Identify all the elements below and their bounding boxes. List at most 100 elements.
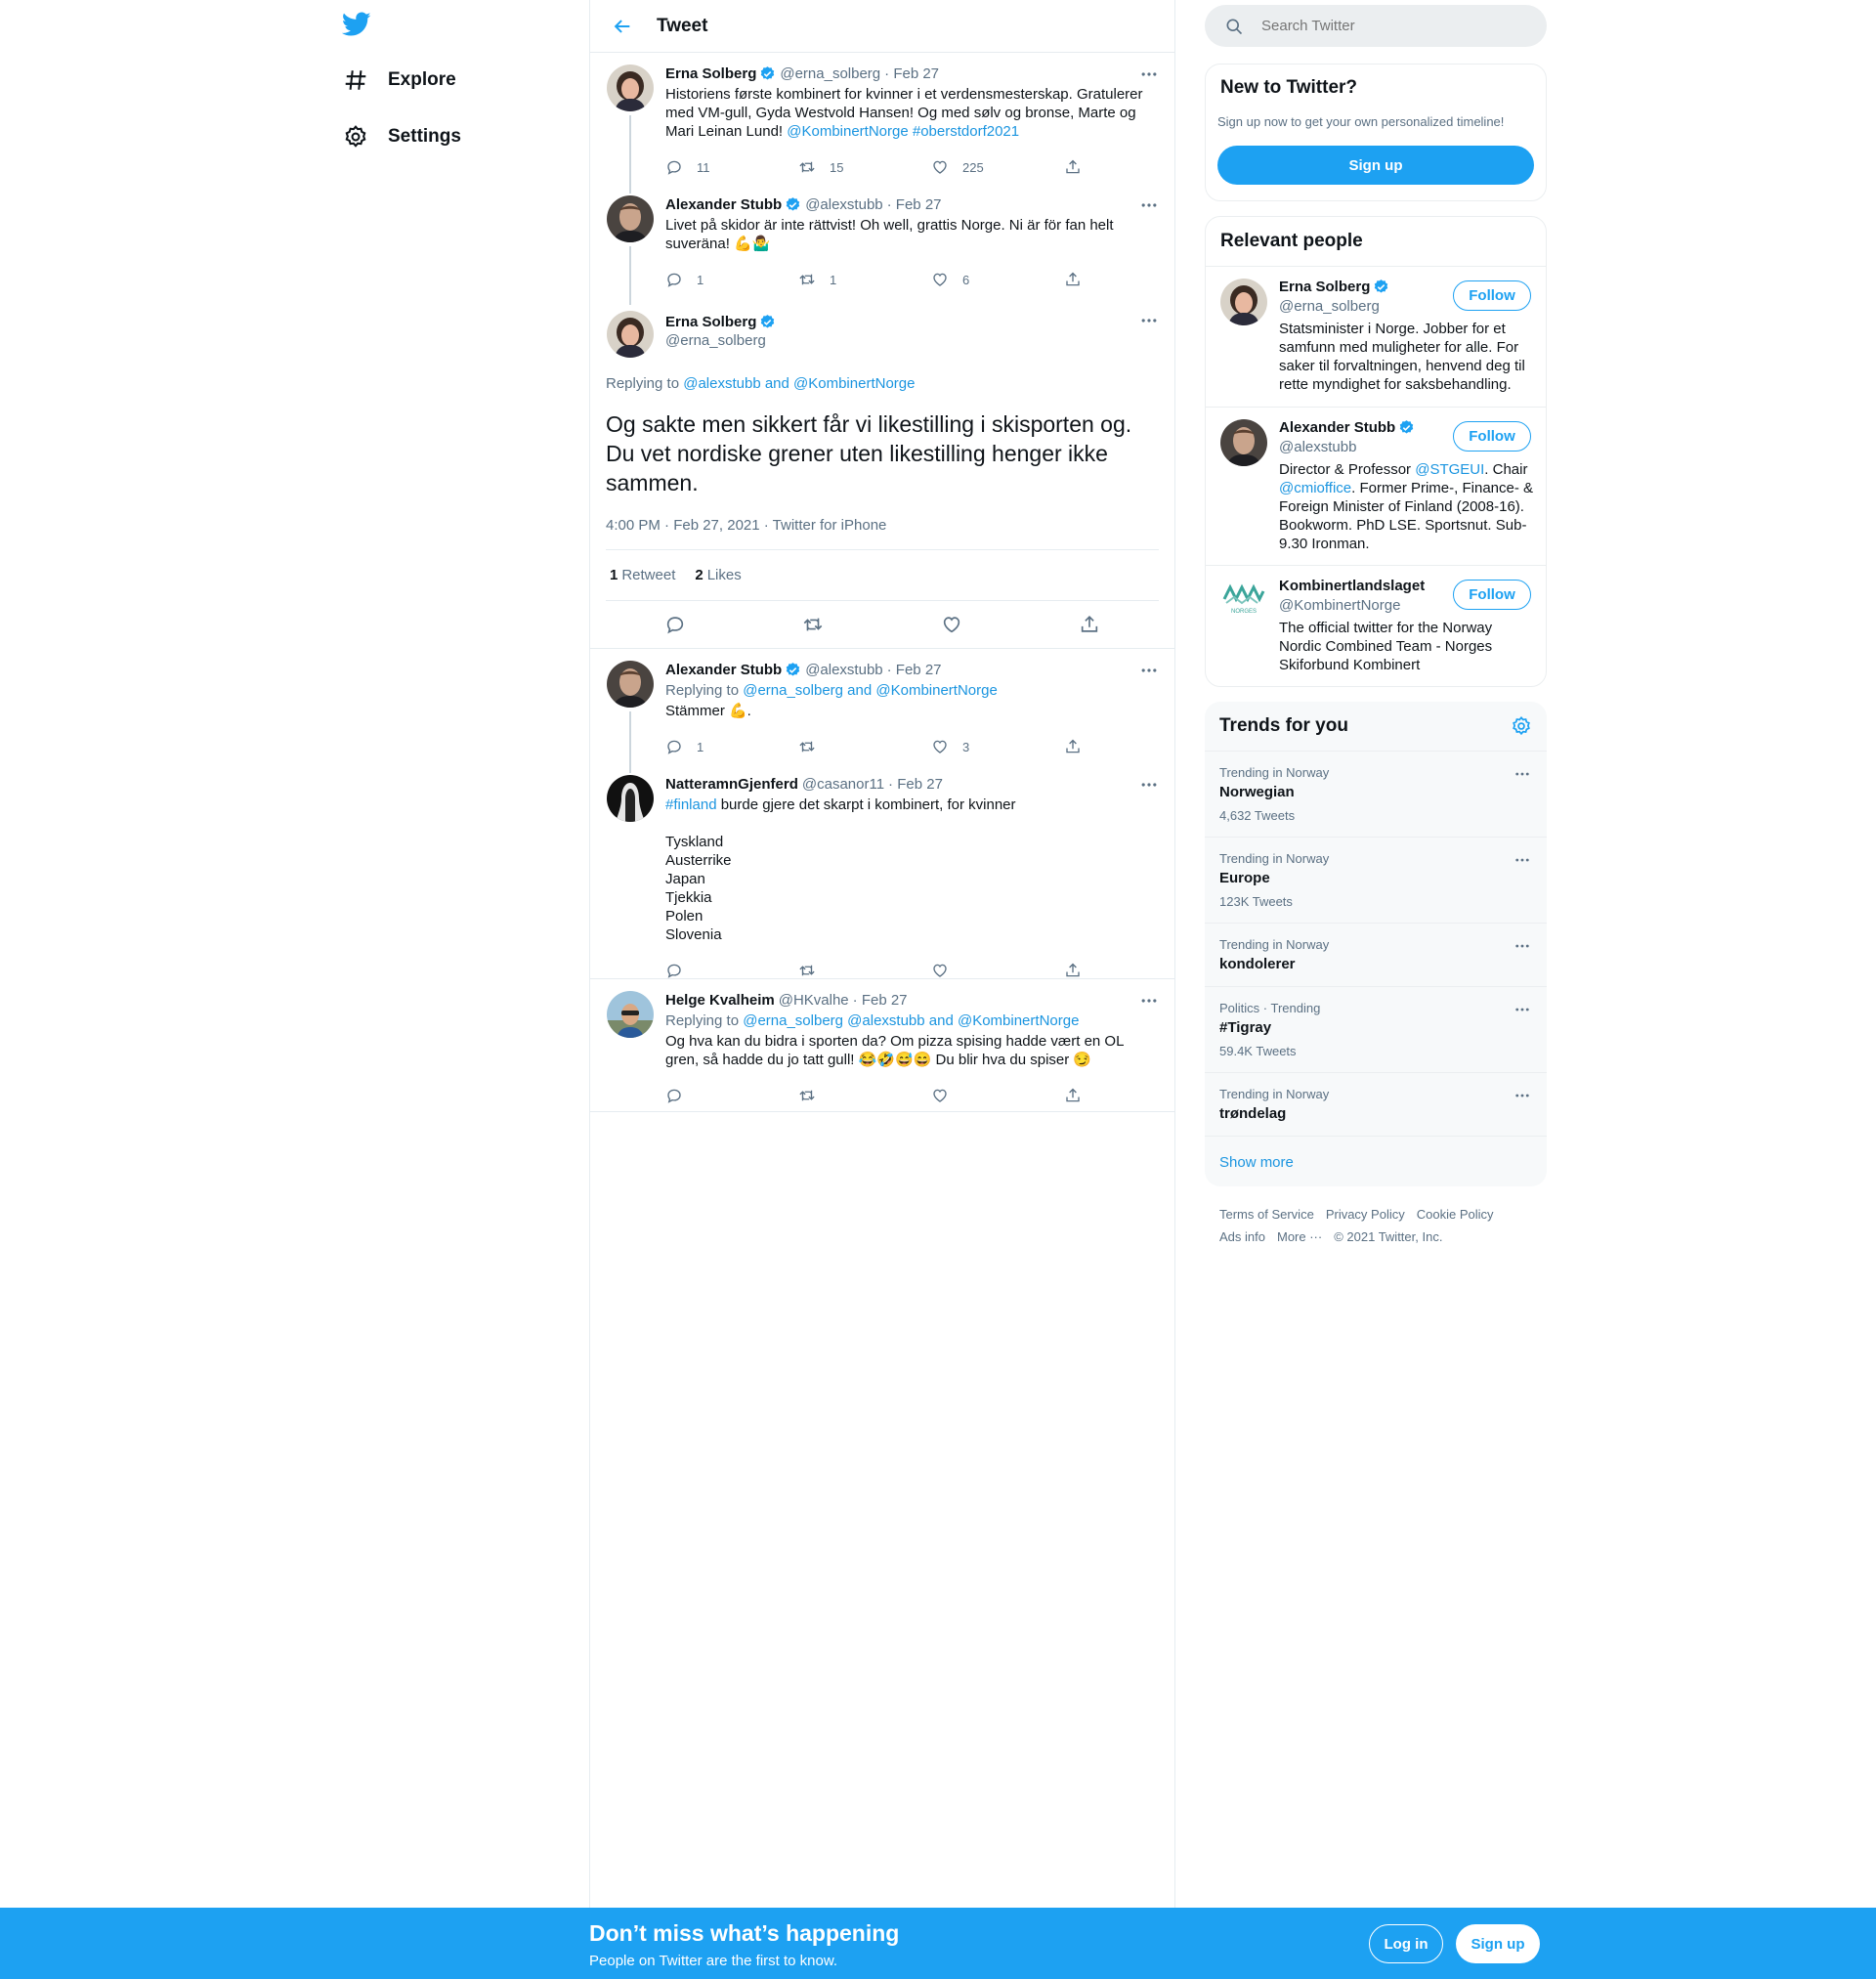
retweet-button[interactable] bbox=[798, 1087, 931, 1104]
reply-button[interactable] bbox=[665, 962, 798, 979]
footer-link[interactable]: More ··· bbox=[1277, 1229, 1322, 1244]
tweet-links[interactable]: @KombinertNorge #oberstdorf2021 bbox=[787, 123, 1019, 140]
retweet-button[interactable]: 15 bbox=[798, 158, 931, 176]
more-icon[interactable] bbox=[1139, 195, 1159, 215]
gear-icon[interactable] bbox=[1511, 715, 1532, 737]
author-handle[interactable]: @casanor11 bbox=[802, 775, 884, 794]
follow-button[interactable]: Follow bbox=[1453, 421, 1531, 452]
replying-to-links[interactable]: @erna_solberg and @KombinertNorge bbox=[743, 682, 998, 699]
avatar[interactable] bbox=[607, 311, 654, 358]
person-name[interactable]: Erna Solberg bbox=[1279, 279, 1370, 295]
share-button[interactable] bbox=[1064, 1087, 1095, 1104]
avatar[interactable] bbox=[1220, 279, 1267, 325]
nav-explore[interactable]: Explore bbox=[343, 61, 456, 100]
more-icon[interactable] bbox=[1514, 765, 1531, 783]
login-button[interactable]: Log in bbox=[1369, 1924, 1443, 1963]
tweet-timestamp[interactable]: 4:00 PM · Feb 27, 2021 · Twitter for iPh… bbox=[606, 517, 1159, 550]
more-icon[interactable] bbox=[1514, 851, 1531, 869]
reply-tweet[interactable]: Helge Kvalheim @HKvalhe · Feb 27 Replyin… bbox=[590, 979, 1174, 1112]
like-button[interactable]: 6 bbox=[931, 271, 1064, 288]
retweet-button[interactable]: 1 bbox=[798, 271, 931, 288]
person-handle[interactable]: @erna_solberg bbox=[1279, 298, 1380, 315]
avatar[interactable] bbox=[1220, 419, 1267, 466]
nav-settings[interactable]: Settings bbox=[343, 117, 461, 156]
reply-button[interactable]: 11 bbox=[665, 158, 798, 176]
footer-link[interactable]: Ads info bbox=[1219, 1229, 1265, 1244]
more-icon[interactable] bbox=[1514, 1001, 1531, 1018]
footer-link[interactable]: Cookie Policy bbox=[1417, 1207, 1494, 1222]
avatar[interactable] bbox=[607, 991, 654, 1038]
reply-tweet[interactable]: NatteramnGjenferd @casanor11 · Feb 27 #f… bbox=[590, 763, 1174, 979]
like-button[interactable] bbox=[931, 962, 1064, 979]
show-more-row[interactable]: Show more bbox=[1205, 1136, 1547, 1186]
tweet-date[interactable]: · Feb 27 bbox=[853, 991, 908, 1010]
retweet-label[interactable]: Retweet bbox=[621, 567, 675, 583]
share-button[interactable] bbox=[1064, 271, 1095, 288]
trend-item[interactable]: Trending in Norway Europe 123K Tweets bbox=[1205, 837, 1547, 923]
avatar[interactable] bbox=[607, 661, 654, 708]
search-box[interactable] bbox=[1205, 5, 1547, 47]
show-more-link[interactable]: Show more bbox=[1219, 1154, 1294, 1171]
retweet-button[interactable] bbox=[798, 738, 931, 755]
tweet-date[interactable]: · Feb 27 bbox=[888, 775, 943, 794]
tweet-date[interactable]: · Feb 27 bbox=[884, 65, 939, 83]
more-icon[interactable] bbox=[1139, 661, 1159, 680]
replying-to-links[interactable]: @alexstubb and @KombinertNorge bbox=[683, 375, 915, 392]
share-button[interactable] bbox=[1064, 158, 1095, 176]
author-name[interactable]: Erna Solberg bbox=[665, 313, 756, 331]
person-handle[interactable]: @alexstubb bbox=[1279, 439, 1356, 455]
like-button[interactable]: 225 bbox=[931, 158, 1064, 176]
avatar[interactable] bbox=[607, 195, 654, 242]
twitter-logo-icon[interactable] bbox=[342, 12, 371, 37]
author-name[interactable]: Alexander Stubb bbox=[665, 195, 782, 214]
footer-link[interactable]: Terms of Service bbox=[1219, 1207, 1314, 1222]
author-handle[interactable]: @HKvalhe bbox=[779, 991, 849, 1010]
thread-tweet[interactable]: Erna Solberg @erna_solberg · Feb 27 Hist… bbox=[590, 53, 1174, 194]
trend-item[interactable]: Trending in Norway kondolerer bbox=[1205, 923, 1547, 986]
bio-link[interactable]: @cmioffice bbox=[1279, 480, 1351, 496]
like-label[interactable]: Likes bbox=[707, 567, 742, 583]
bio-link[interactable]: @STGEUI bbox=[1415, 461, 1484, 478]
person-handle[interactable]: @KombinertNorge bbox=[1279, 597, 1400, 614]
more-icon[interactable] bbox=[1139, 991, 1159, 1011]
avatar[interactable]: NORGES bbox=[1220, 578, 1267, 624]
person-item[interactable]: Erna Solberg @erna_solberg Follow Statsm… bbox=[1206, 266, 1546, 407]
more-icon[interactable] bbox=[1139, 65, 1159, 84]
more-icon[interactable] bbox=[1139, 311, 1159, 330]
author-name[interactable]: Erna Solberg bbox=[665, 65, 756, 83]
person-name[interactable]: Alexander Stubb bbox=[1279, 419, 1395, 436]
tweet-date[interactable]: · Feb 27 bbox=[887, 195, 942, 214]
avatar[interactable] bbox=[607, 775, 654, 822]
share-icon[interactable] bbox=[1079, 614, 1100, 635]
author-handle[interactable]: @alexstubb bbox=[805, 195, 882, 214]
author-handle[interactable]: @alexstubb bbox=[805, 661, 882, 679]
search-input[interactable] bbox=[1261, 18, 1515, 34]
author-name[interactable]: Alexander Stubb bbox=[665, 661, 782, 679]
trend-item[interactable]: Politics · Trending #Tigray 59.4K Tweets bbox=[1205, 986, 1547, 1072]
author-handle[interactable]: @erna_solberg bbox=[780, 65, 880, 83]
reply-button[interactable]: 1 bbox=[665, 738, 798, 755]
author-handle[interactable]: @erna_solberg bbox=[665, 332, 1159, 349]
person-name[interactable]: Kombinertlandslaget bbox=[1279, 578, 1425, 594]
like-count[interactable]: 2 bbox=[695, 567, 703, 583]
share-button[interactable] bbox=[1064, 962, 1095, 979]
follow-button[interactable]: Follow bbox=[1453, 580, 1531, 610]
back-arrow-icon[interactable] bbox=[612, 16, 633, 37]
replying-to-links[interactable]: @erna_solberg @alexstubb and @KombinertN… bbox=[743, 1012, 1079, 1029]
person-item[interactable]: NORGES Kombinertlandslaget @KombinertNor… bbox=[1206, 565, 1546, 686]
tweet-date[interactable]: · Feb 27 bbox=[887, 661, 942, 679]
footer-link[interactable]: Privacy Policy bbox=[1326, 1207, 1405, 1222]
trend-item[interactable]: Trending in Norway Norwegian 4,632 Tweet… bbox=[1205, 751, 1547, 837]
author-name[interactable]: NatteramnGjenferd bbox=[665, 775, 798, 794]
share-button[interactable] bbox=[1064, 738, 1095, 755]
trend-item[interactable]: Trending in Norway trøndelag bbox=[1205, 1072, 1547, 1136]
more-icon[interactable] bbox=[1514, 1087, 1531, 1104]
like-button[interactable]: 3 bbox=[931, 738, 1064, 755]
retweet-count[interactable]: 1 bbox=[610, 567, 618, 583]
hashtag-link[interactable]: #finland bbox=[665, 796, 717, 813]
retweet-icon[interactable] bbox=[802, 614, 824, 635]
thread-tweet[interactable]: Alexander Stubb @alexstubb · Feb 27 Live… bbox=[590, 184, 1174, 305]
heart-icon[interactable] bbox=[941, 614, 962, 635]
follow-button[interactable]: Follow bbox=[1453, 280, 1531, 311]
signup-button[interactable]: Sign up bbox=[1456, 1924, 1540, 1963]
